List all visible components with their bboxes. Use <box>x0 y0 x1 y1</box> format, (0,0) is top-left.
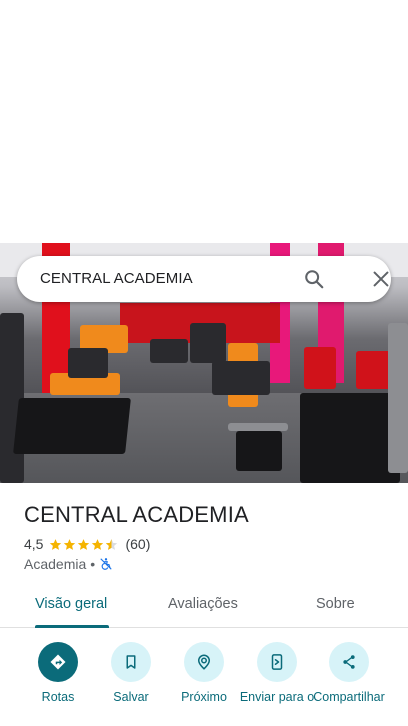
star-icon <box>78 538 90 550</box>
star-rating <box>49 538 119 551</box>
share-icon <box>343 655 355 669</box>
machine <box>212 361 270 395</box>
action-buttons: Rotas Salvar Próximo Enviar para o Compa… <box>0 640 408 726</box>
nearby-button[interactable]: Próximo <box>164 642 244 705</box>
directions-icon <box>50 654 66 670</box>
nearby-label: Próximo <box>181 690 227 704</box>
review-count[interactable]: (60) <box>125 536 150 552</box>
directions-button[interactable]: Rotas <box>18 642 98 705</box>
top-blank-area <box>0 0 408 243</box>
send-to-phone-button[interactable]: Enviar para o <box>237 642 317 705</box>
machine <box>236 431 282 471</box>
close-icon[interactable] <box>370 268 392 290</box>
machine <box>304 347 336 389</box>
star-icon <box>50 538 62 550</box>
search-icon[interactable] <box>303 268 325 290</box>
star-icon <box>64 538 76 550</box>
category-row: Academia • <box>24 556 113 572</box>
rating-row[interactable]: 4,5 (60) <box>24 536 150 552</box>
search-query-text[interactable]: CENTRAL ACADEMIA <box>40 270 193 287</box>
not-wheelchair-accessible-icon <box>100 558 112 570</box>
rating-value: 4,5 <box>24 536 44 552</box>
directions-label: Rotas <box>41 690 75 704</box>
tab-reviews[interactable]: Avaliações <box>168 596 238 612</box>
machine <box>300 393 400 483</box>
share-button-circle[interactable] <box>329 642 369 682</box>
search-bar[interactable]: CENTRAL ACADEMIA <box>17 256 391 302</box>
nearby-button-circle[interactable] <box>184 642 224 682</box>
share-label: Compartilhar <box>313 690 385 704</box>
machine <box>228 423 288 431</box>
save-button-circle[interactable] <box>111 642 151 682</box>
tab-bar: Visão geral Avaliações Sobre <box>0 584 408 628</box>
bookmark-icon <box>126 655 136 669</box>
machine <box>68 348 108 378</box>
send-to-phone-button-circle[interactable] <box>257 642 297 682</box>
send-to-phone-label: Enviar para o <box>239 690 315 704</box>
tab-overview[interactable]: Visão geral <box>35 596 107 612</box>
machine <box>13 398 131 454</box>
tab-about[interactable]: Sobre <box>316 596 355 612</box>
machine <box>190 323 226 363</box>
machine <box>388 323 408 473</box>
send-to-phone-icon <box>271 654 283 670</box>
share-button[interactable]: Compartilhar <box>309 642 389 705</box>
place-title: CENTRAL ACADEMIA <box>24 502 249 527</box>
category-label: Academia <box>24 556 87 572</box>
save-button[interactable]: Salvar <box>91 642 171 705</box>
separator-dot: • <box>90 556 96 572</box>
nearby-icon <box>197 654 211 670</box>
machine <box>150 339 188 363</box>
directions-button-circle[interactable] <box>38 642 78 682</box>
star-icon <box>92 538 104 550</box>
half-star-icon <box>106 538 118 550</box>
active-tab-indicator <box>35 625 109 628</box>
save-label: Salvar <box>113 690 149 704</box>
